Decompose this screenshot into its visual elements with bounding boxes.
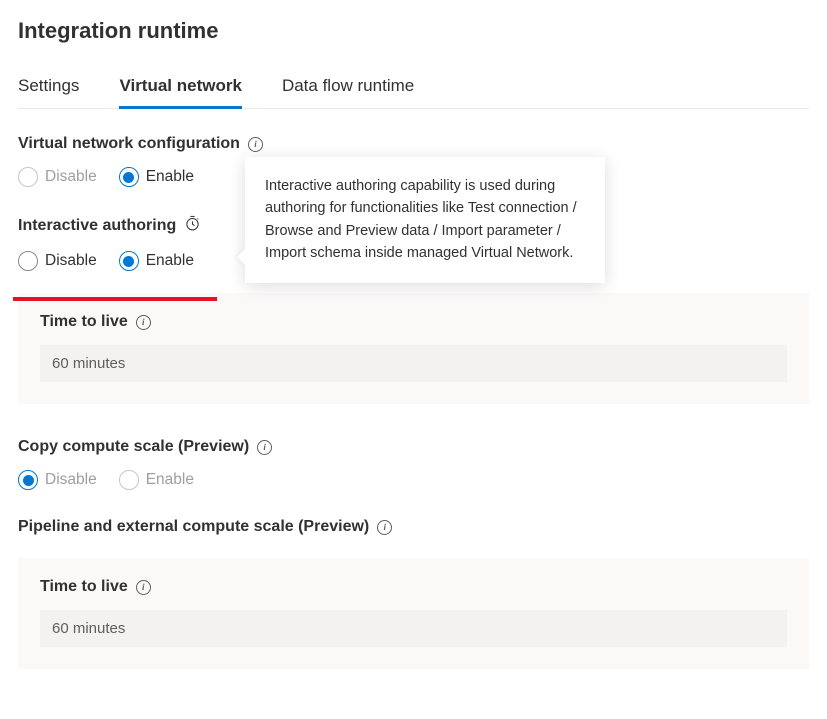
radio-circle-icon	[18, 167, 38, 187]
pipeline-ext-text: Pipeline and external compute scale (Pre…	[18, 518, 369, 536]
radio-label: Disable	[45, 252, 97, 270]
pipeline-ext-label: Pipeline and external compute scale (Pre…	[18, 518, 809, 536]
copy-enable-radio[interactable]: Enable	[119, 470, 194, 490]
tab-data-flow-runtime[interactable]: Data flow runtime	[282, 72, 414, 109]
radio-label: Disable	[45, 471, 97, 489]
radio-circle-icon	[119, 251, 139, 271]
interactive-auth-tooltip: Interactive authoring capability is used…	[245, 157, 605, 283]
radio-label: Enable	[146, 471, 194, 489]
copy-compute-text: Copy compute scale (Preview)	[18, 438, 249, 456]
vnet-config-label: Virtual network configuration i	[18, 135, 809, 153]
tab-settings[interactable]: Settings	[18, 72, 79, 109]
copy-compute-radios: Disable Enable	[18, 470, 809, 490]
radio-circle-icon	[119, 167, 139, 187]
ttl1-label: Time to live i	[40, 313, 787, 331]
copy-disable-radio[interactable]: Disable	[18, 470, 97, 490]
info-icon[interactable]: i	[136, 580, 151, 595]
info-icon[interactable]: i	[257, 440, 272, 455]
copy-compute-label: Copy compute scale (Preview) i	[18, 438, 809, 456]
radio-label: Disable	[45, 168, 97, 186]
vnet-enable-radio[interactable]: Enable	[119, 167, 194, 187]
info-icon[interactable]: i	[377, 520, 392, 535]
info-icon[interactable]: i	[136, 315, 151, 330]
vnet-disable-radio[interactable]: Disable	[18, 167, 97, 187]
interactive-disable-radio[interactable]: Disable	[18, 251, 97, 271]
tab-virtual-network[interactable]: Virtual network	[119, 72, 242, 109]
highlight-underline	[13, 297, 217, 301]
radio-circle-icon	[119, 470, 139, 490]
ttl-panel-1: Time to live i	[18, 293, 809, 404]
interactive-auth-text: Interactive authoring	[18, 217, 176, 235]
radio-label: Enable	[146, 252, 194, 270]
radio-circle-icon	[18, 470, 38, 490]
page-title: Integration runtime	[18, 18, 809, 44]
ttl1-input[interactable]	[40, 345, 787, 382]
interactive-enable-radio[interactable]: Enable	[119, 251, 194, 271]
ttl1-text: Time to live	[40, 313, 128, 331]
ttl2-input[interactable]	[40, 610, 787, 647]
info-icon[interactable]: i	[248, 137, 263, 152]
ttl2-label: Time to live i	[40, 578, 787, 596]
radio-circle-icon	[18, 251, 38, 271]
ttl-panel-2: Time to live i	[18, 558, 809, 669]
tabs: Settings Virtual network Data flow runti…	[18, 72, 809, 109]
ttl-icon[interactable]	[184, 215, 201, 237]
ttl2-text: Time to live	[40, 578, 128, 596]
vnet-config-text: Virtual network configuration	[18, 135, 240, 153]
radio-label: Enable	[146, 168, 194, 186]
